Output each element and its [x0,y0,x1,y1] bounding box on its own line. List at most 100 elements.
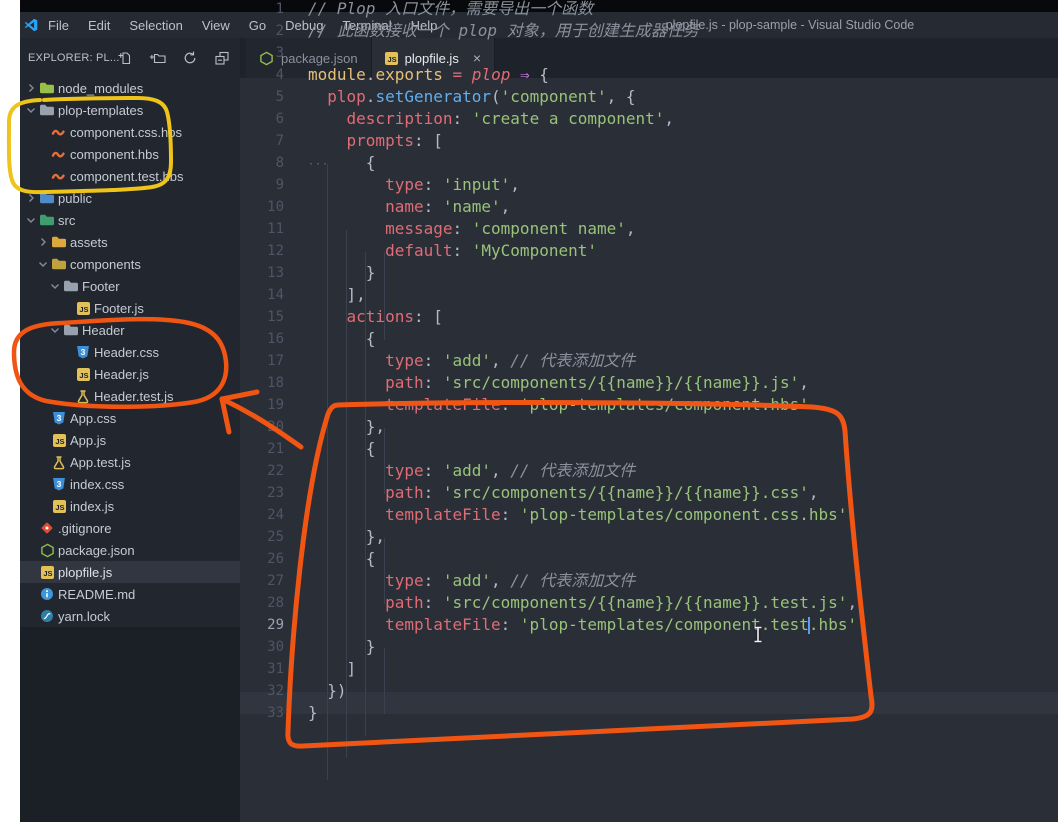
code-line-20[interactable]: 20 }, [240,416,1058,438]
tree-item-Header.js[interactable]: JS Header.js [20,363,240,385]
tree-item-package.json[interactable]: package.json [20,539,240,561]
new-folder-icon[interactable] [148,48,167,67]
code-line-5[interactable]: 5 plop.setGenerator('component', { [240,86,1058,108]
tree-item-Footer[interactable]: Footer [20,275,240,297]
code-line-7[interactable]: 7 prompts: [ [240,130,1058,152]
tree-item-Header[interactable]: Header [20,319,240,341]
chevron-right-icon[interactable] [24,191,38,205]
code-line-4[interactable]: 4 module.exports = plop ⇒ { [240,64,1058,86]
code-line-24[interactable]: 24 templateFile: 'plop-templates/compone… [240,504,1058,526]
code-line-14[interactable]: 14 ], [240,284,1058,306]
code-text: path: 'src/components/{{name}}/{{name}}.… [385,593,858,612]
tree-item-Header.test.js[interactable]: Header.test.js [20,385,240,407]
code-line-30[interactable]: 30 } [240,636,1058,658]
chevron-down-icon[interactable] [48,279,62,293]
code-text: plop.setGenerator('component', { [327,87,636,106]
code-text: type: 'input', [385,175,520,194]
tree-item-src[interactable]: src [20,209,240,231]
flask-icon [50,455,68,470]
tree-item-label: src [58,212,76,228]
code-line-11[interactable]: 11 message: 'component name', [240,218,1058,240]
code-line-32[interactable]: 32 }) [240,680,1058,702]
tree-item-README.md[interactable]: README.md [20,583,240,605]
tree-item-Footer.js[interactable]: JS Footer.js [20,297,240,319]
code-line-9[interactable]: 9 type: 'input', [240,174,1058,196]
tree-item-component.css.hbs[interactable]: component.css.hbs [20,121,240,143]
menu-file[interactable]: File [46,18,71,33]
menu-view[interactable]: View [200,18,232,33]
code-text: type: 'add', // 代表添加文件 [385,461,636,480]
hbs-icon [50,169,68,184]
code-line-26[interactable]: 26 { [240,548,1058,570]
code-line-12[interactable]: 12 default: 'MyComponent' [240,240,1058,262]
tree-item-index.css[interactable]: 3 index.css [20,473,240,495]
code-text: } [308,263,376,282]
tree-item-App.test.js[interactable]: App.test.js [20,451,240,473]
tree-item-plopfile.js[interactable]: JS plopfile.js [20,561,240,583]
menu-selection[interactable]: Selection [127,18,184,33]
tree-item-plop-templates[interactable]: plop-templates [20,99,240,121]
code-line-16[interactable]: 16 { [240,328,1058,350]
code-text: }, [308,417,386,436]
code-line-23[interactable]: 23 path: 'src/components/{{name}}/{{name… [240,482,1058,504]
tree-item-yarn.lock[interactable]: yarn.lock [20,605,240,627]
code-line-27[interactable]: 27 type: 'add', // 代表添加文件 [240,570,1058,592]
code-line-25[interactable]: 25 }, [240,526,1058,548]
tree-item-App.js[interactable]: JS App.js [20,429,240,451]
code-line-8[interactable]: 8 { [240,152,1058,174]
code-line-13[interactable]: 13 } [240,262,1058,284]
code-line-1[interactable]: 1 // Plop 入口文件，需要导出一个函数 [240,0,1058,20]
collapse-all-icon[interactable] [213,48,232,67]
line-number: 32 [267,683,284,699]
tree-item-node_modules[interactable]: node_modules [20,78,240,99]
code-text: module.exports = plop ⇒ { [308,65,549,84]
code-line-19[interactable]: 19 templateFile: 'plop-templates/compone… [240,394,1058,416]
tree-item-public[interactable]: public [20,187,240,209]
code-text: templateFile: 'plop-templates/component.… [385,395,809,414]
code-line-21[interactable]: 21 { [240,438,1058,460]
chevron-down-icon[interactable] [48,323,62,337]
line-number: 27 [267,573,284,589]
code-line-31[interactable]: 31 ] [240,658,1058,680]
tree-item-.gitignore[interactable]: .gitignore [20,517,240,539]
code-line-18[interactable]: 18 path: 'src/components/{{name}}/{{name… [240,372,1058,394]
code-line-15[interactable]: 15 actions: [ [240,306,1058,328]
code-line-3[interactable]: 3 [240,42,1058,64]
code-line-28[interactable]: 28 path: 'src/components/{{name}}/{{name… [240,592,1058,614]
code-line-10[interactable]: 10 name: 'name', [240,196,1058,218]
menu-edit[interactable]: Edit [86,18,112,33]
tree-item-App.css[interactable]: 3 App.css [20,407,240,429]
code-line-17[interactable]: 17 type: 'add', // 代表添加文件 [240,350,1058,372]
tree-item-label: component.css.hbs [70,124,183,140]
code-text: path: 'src/components/{{name}}/{{name}}.… [385,373,809,392]
code-text: // 此函数接收一个 plop 对象，用于创建生成器任务 [308,21,699,40]
line-number: 7 [275,133,284,149]
chevron-down-icon[interactable] [24,213,38,227]
chevron-down-icon[interactable] [36,257,50,271]
code-line-6[interactable]: 6 description: 'create a component', [240,108,1058,130]
tree-item-Header.css[interactable]: 3 Header.css [20,341,240,363]
tree-item-index.js[interactable]: JS index.js [20,495,240,517]
code-line-29[interactable]: 29 templateFile: 'plop-templates/compone… [240,614,1058,643]
tree-item-label: Header [82,322,125,338]
css-icon: 3 [74,345,92,360]
chevron-right-icon[interactable] [24,81,38,95]
git-icon [38,521,56,536]
tree-item-assets[interactable]: assets [20,231,240,253]
code-editor[interactable]: ··· 1// Plop 入口文件，需要导出一个函数 2// 此函数接收一个 pl… [240,0,1058,822]
code-line-33[interactable]: 33} [240,702,1058,724]
tree-item-component.hbs[interactable]: component.hbs [20,143,240,165]
code-line-22[interactable]: 22 type: 'add', // 代表添加文件 [240,460,1058,482]
tree-item-components[interactable]: components [20,253,240,275]
tree-item-component.test.hbs[interactable]: component.test.hbs [20,165,240,187]
code-text: prompts: [ [346,131,443,150]
code-text: { [308,549,376,568]
line-number: 31 [267,661,284,677]
code-line-2[interactable]: 2 // 此函数接收一个 plop 对象，用于创建生成器任务 [240,20,1058,42]
refresh-icon[interactable] [181,48,200,67]
chevron-down-icon[interactable] [24,103,38,117]
chevron-right-icon[interactable] [36,235,50,249]
new-file-icon[interactable] [116,48,135,67]
line-number: 23 [267,485,284,501]
code-text: templateFile: 'plop-templates/component.… [308,614,857,643]
